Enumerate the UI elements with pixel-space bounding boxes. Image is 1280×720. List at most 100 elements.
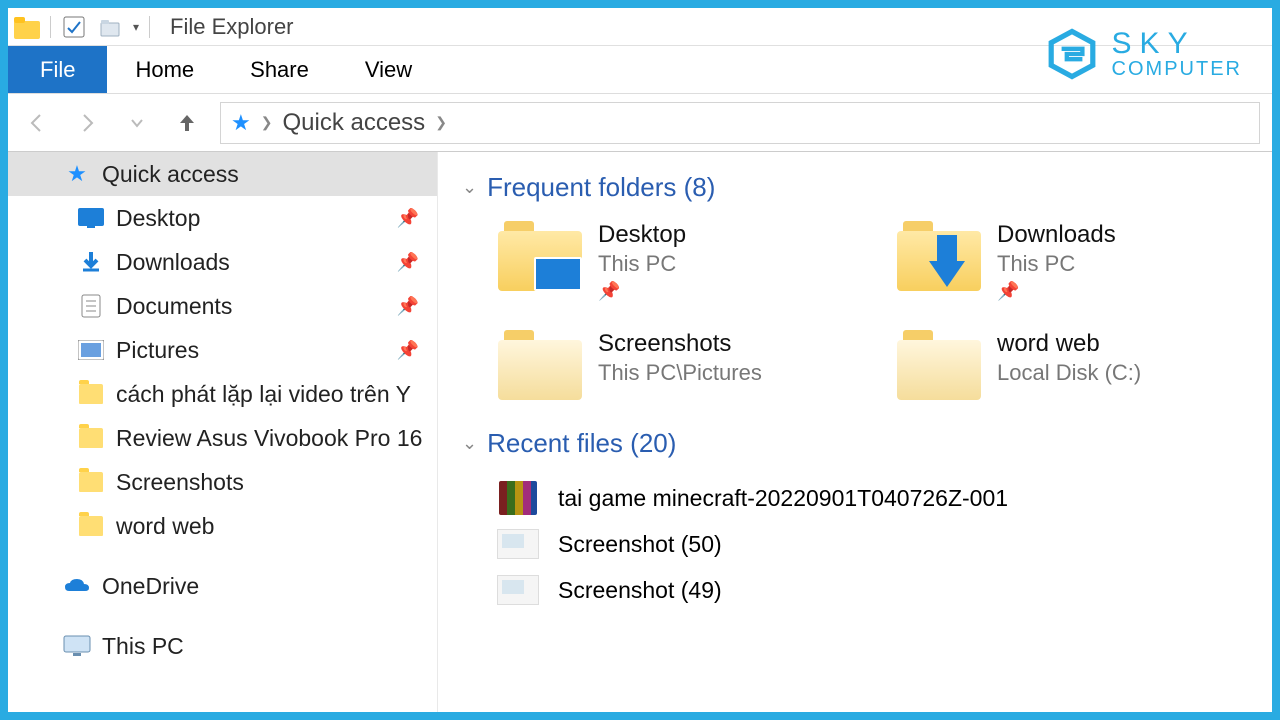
qat-divider-2: [149, 16, 150, 38]
sidebar-label: This PC: [102, 633, 184, 660]
sidebar-onedrive[interactable]: OneDrive: [8, 564, 437, 608]
window-title: File Explorer: [170, 14, 293, 40]
sidebar-item-label: Review Asus Vivobook Pro 16: [116, 425, 422, 452]
sidebar-item-downloads[interactable]: Downloads 📌: [8, 240, 437, 284]
sidebar-this-pc[interactable]: This PC: [8, 624, 437, 668]
star-icon: ★: [62, 161, 92, 187]
folder-large-icon: [897, 221, 981, 291]
onedrive-icon: [62, 577, 92, 595]
address-bar[interactable]: ★ ❯ Quick access ❯: [220, 102, 1260, 144]
sidebar-item-folder[interactable]: Review Asus Vivobook Pro 16: [8, 416, 437, 460]
file-name: Screenshot (50): [558, 531, 722, 558]
tab-file[interactable]: File: [8, 46, 107, 93]
pin-icon: 📌: [598, 281, 620, 302]
folder-icon: [76, 472, 106, 492]
folder-icon: [76, 384, 106, 404]
file-row[interactable]: Screenshot (49): [496, 567, 1272, 613]
explorer-app-icon[interactable]: [14, 14, 40, 40]
brand-line2: COMPUTER: [1112, 59, 1242, 79]
pin-icon: 📌: [397, 252, 419, 273]
pin-icon: 📌: [397, 208, 419, 229]
qat-dropdown-icon[interactable]: ▾: [133, 20, 139, 34]
sidebar-quick-access[interactable]: ★ Quick access: [8, 152, 437, 196]
folder-location: This PC: [598, 251, 686, 277]
sidebar-item-folder[interactable]: cách phát lặp lại video trên Y: [8, 372, 437, 416]
file-row[interactable]: tai game minecraft-20220901T040726Z-001: [496, 475, 1272, 521]
folder-icon: [76, 516, 106, 536]
folder-location: This PC: [997, 251, 1116, 277]
content-pane: ⌄ Frequent folders (8) Desktop This PC 📌…: [438, 152, 1272, 712]
chevron-right-icon[interactable]: ❯: [435, 114, 447, 131]
tab-share[interactable]: Share: [222, 46, 337, 93]
folder-name: Screenshots: [598, 330, 762, 358]
qat-divider: [50, 16, 51, 38]
properties-icon[interactable]: [61, 14, 87, 40]
chevron-right-icon: ❯: [261, 114, 273, 131]
sidebar-item-label: word web: [116, 513, 214, 540]
archive-icon: [496, 480, 540, 516]
folder-name: Downloads: [997, 221, 1116, 249]
folder-name: word web: [997, 330, 1141, 358]
up-button[interactable]: [170, 106, 204, 140]
folder-large-icon: [498, 330, 582, 400]
section-recent-files[interactable]: ⌄ Recent files (20): [438, 422, 1272, 469]
desktop-icon: [76, 208, 106, 228]
folder-large-icon: [498, 221, 582, 291]
sidebar-item-documents[interactable]: Documents 📌: [8, 284, 437, 328]
sidebar-item-folder[interactable]: Screenshots: [8, 460, 437, 504]
quick-access-toolbar: ▾: [14, 14, 150, 40]
sidebar-item-pictures[interactable]: Pictures 📌: [8, 328, 437, 372]
file-name: Screenshot (49): [558, 577, 722, 604]
chevron-down-icon: ⌄: [462, 177, 477, 198]
sidebar-item-label: Screenshots: [116, 469, 244, 496]
sidebar-item-desktop[interactable]: Desktop 📌: [8, 196, 437, 240]
file-row[interactable]: Screenshot (50): [496, 521, 1272, 567]
image-icon: [496, 572, 540, 608]
navigation-pane: ★ Quick access Desktop 📌 Downloads 📌 Doc…: [8, 152, 438, 712]
sidebar-item-label: cách phát lặp lại video trên Y: [116, 381, 411, 408]
back-button[interactable]: [20, 106, 54, 140]
folder-word-web[interactable]: word web Local Disk (C:): [897, 330, 1272, 400]
pin-icon: 📌: [397, 296, 419, 317]
sidebar-label: OneDrive: [102, 573, 199, 600]
hex-logo-icon: [1046, 28, 1098, 80]
folder-large-icon: [897, 330, 981, 400]
folder-screenshots[interactable]: Screenshots This PC\Pictures: [498, 330, 873, 400]
sidebar-item-label: Pictures: [116, 337, 199, 364]
recent-locations-dropdown[interactable]: [120, 106, 154, 140]
pin-icon: 📌: [397, 340, 419, 361]
sidebar-item-label: Downloads: [116, 249, 230, 276]
picture-icon: [76, 340, 106, 360]
sidebar-label: Quick access: [102, 161, 239, 188]
section-title: Recent files (20): [487, 428, 676, 459]
navigation-bar: ★ ❯ Quick access ❯: [8, 94, 1272, 152]
sidebar-item-folder[interactable]: word web: [8, 504, 437, 548]
folder-icon: [76, 428, 106, 448]
brand-line1: SKY: [1112, 29, 1242, 59]
folder-name: Desktop: [598, 221, 686, 249]
folder-downloads[interactable]: Downloads This PC 📌: [897, 221, 1272, 302]
document-icon: [76, 294, 106, 318]
image-icon: [496, 526, 540, 562]
folder-location: Local Disk (C:): [997, 360, 1141, 386]
pc-icon: [62, 635, 92, 657]
section-frequent-folders[interactable]: ⌄ Frequent folders (8): [438, 166, 1272, 213]
quick-access-star-icon: ★: [231, 110, 251, 136]
tab-view[interactable]: View: [337, 46, 440, 93]
tab-home[interactable]: Home: [107, 46, 222, 93]
pin-icon: 📌: [997, 281, 1019, 302]
chevron-down-icon: ⌄: [462, 433, 477, 454]
folder-desktop[interactable]: Desktop This PC 📌: [498, 221, 873, 302]
section-title: Frequent folders (8): [487, 172, 715, 203]
breadcrumb-location[interactable]: Quick access: [282, 109, 425, 137]
frequent-folders-grid: Desktop This PC 📌 Downloads This PC 📌 Sc…: [438, 213, 1272, 422]
new-folder-icon[interactable]: [97, 14, 123, 40]
file-name: tai game minecraft-20220901T040726Z-001: [558, 485, 1008, 512]
sidebar-item-label: Documents: [116, 293, 232, 320]
brand-logo: SKY COMPUTER: [1046, 28, 1242, 80]
forward-button[interactable]: [70, 106, 104, 140]
recent-files-list: tai game minecraft-20220901T040726Z-001 …: [438, 469, 1272, 613]
sidebar-item-label: Desktop: [116, 205, 200, 232]
download-icon: [76, 250, 106, 274]
folder-location: This PC\Pictures: [598, 360, 762, 386]
